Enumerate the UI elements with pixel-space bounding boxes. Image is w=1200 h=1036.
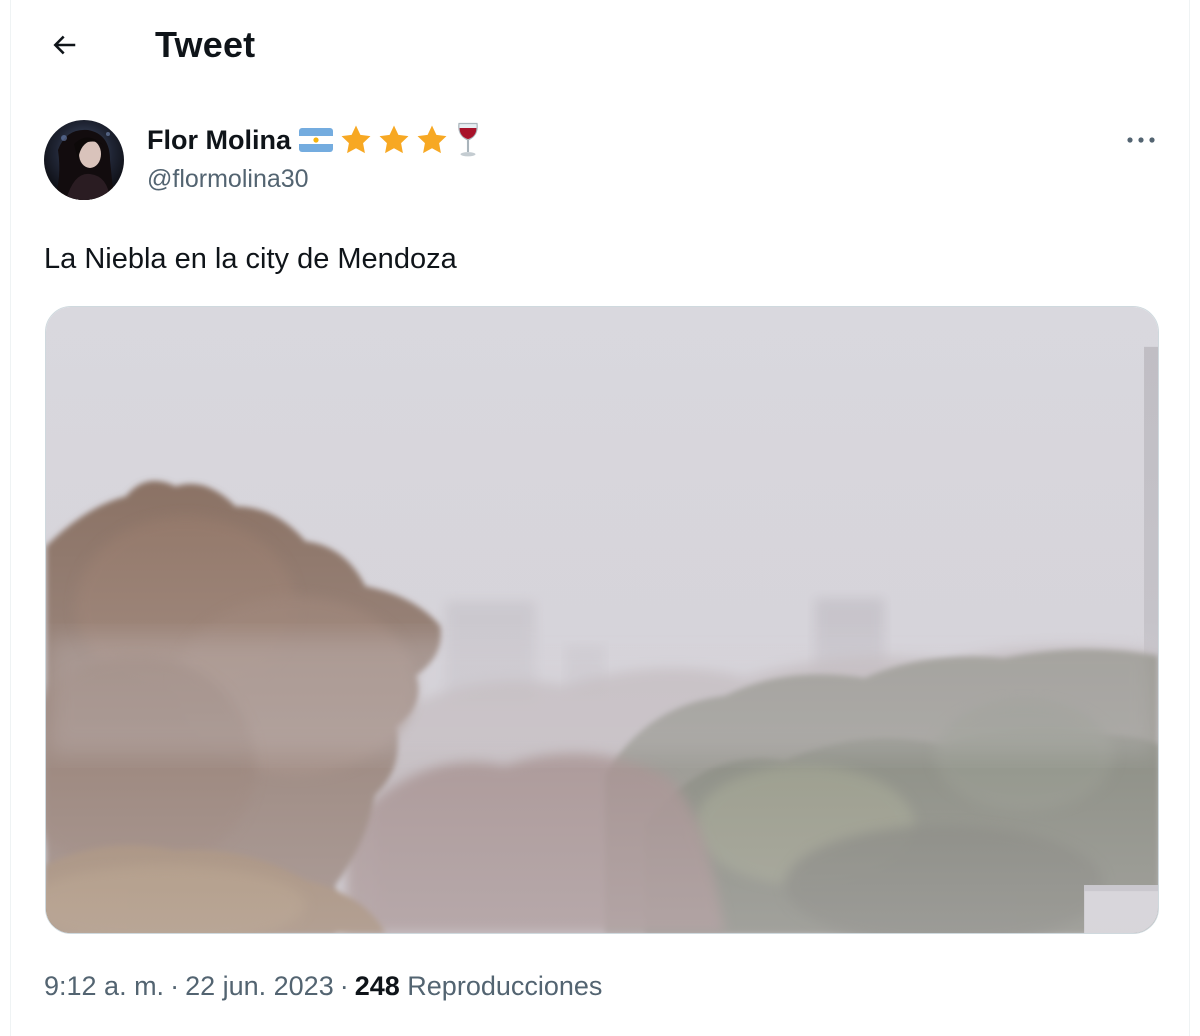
separator: · [339, 971, 349, 1001]
argentina-flag-icon [299, 128, 333, 152]
tweet-timestamp[interactable]: 9:12 a. m. · 22 jun. 2023 [44, 971, 334, 1001]
page-header: Tweet [11, 0, 1189, 92]
tweet-date: 22 jun. 2023 [185, 971, 334, 1001]
author-name-link[interactable]: Flor Molina [147, 120, 483, 160]
author-name: Flor Molina [147, 125, 291, 155]
star-icon [417, 125, 447, 154]
tweet-page: Tweet Flor Molina @flormolina30 La Niebl… [10, 0, 1190, 1036]
views-count: 248 [354, 971, 400, 1001]
wine-glass-icon [458, 122, 478, 157]
tweet-time: 9:12 a. m. [44, 971, 165, 1001]
back-button[interactable] [41, 22, 87, 68]
views-link[interactable]: 248 Reproducciones [355, 971, 603, 1001]
page-title: Tweet [155, 24, 256, 65]
more-options-button[interactable] [1119, 120, 1163, 160]
tweet-text: La Niebla en la city de Mendoza [44, 243, 457, 275]
star-icon [341, 125, 371, 154]
arrow-left-icon [53, 35, 76, 55]
star-icon [379, 125, 409, 154]
more-horizontal-icon [1127, 137, 1155, 143]
tweet-photo[interactable] [45, 306, 1159, 934]
avatar[interactable] [44, 120, 124, 200]
separator: · [170, 971, 180, 1001]
tweet-meta: 9:12 a. m. · 22 jun. 2023 · 248 Reproduccion… [44, 966, 602, 1006]
author-handle[interactable]: @flormolina30 [147, 162, 309, 196]
views-label: Reproducciones [407, 971, 603, 1001]
